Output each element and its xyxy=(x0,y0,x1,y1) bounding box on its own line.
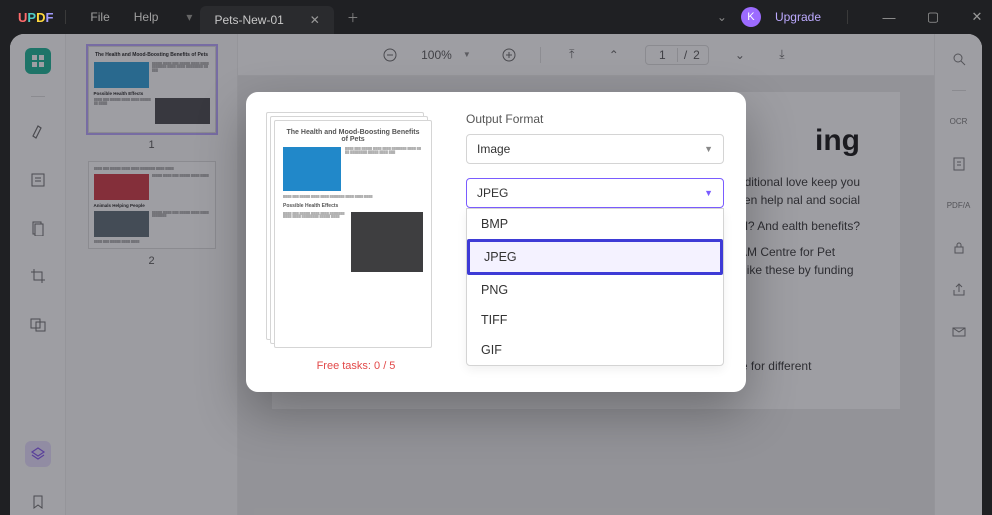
user-avatar[interactable]: K xyxy=(741,7,761,27)
titlebar: UPDF File Help ▾ Pets-New-01 ✕ ＋ ⌄ K Upg… xyxy=(0,0,992,34)
app-body: The Health and Mood-Boosting Benefits of… xyxy=(10,34,982,515)
upgrade-link[interactable]: Upgrade xyxy=(775,10,821,24)
window-minimize[interactable]: — xyxy=(874,10,904,25)
image-format-dropdown: BMP JPEG PNG TIFF GIF xyxy=(466,208,724,366)
option-tiff[interactable]: TIFF xyxy=(467,305,723,335)
option-gif[interactable]: GIF xyxy=(467,335,723,365)
output-format-label: Output Format xyxy=(466,112,724,126)
output-format-select[interactable]: Image ▼ xyxy=(466,134,724,164)
preview-page-stack: The Health and Mood-Boosting Benefits of… xyxy=(266,112,434,350)
window-close[interactable]: ✕ xyxy=(962,9,992,25)
image-format-select[interactable]: JPEG ▼ xyxy=(466,178,724,208)
option-png[interactable]: PNG xyxy=(467,275,723,305)
menu-file[interactable]: File xyxy=(90,10,109,24)
output-format-value: Image xyxy=(477,142,510,156)
app-logo: UPDF xyxy=(18,10,53,25)
document-tab[interactable]: Pets-New-01 ✕ xyxy=(200,6,333,34)
modal-overlay: The Health and Mood-Boosting Benefits of… xyxy=(10,34,982,515)
chevron-down-icon[interactable]: ⌄ xyxy=(717,10,727,24)
chevron-down-icon: ▼ xyxy=(704,188,713,198)
menu-help[interactable]: Help xyxy=(134,10,159,24)
modal-preview-column: The Health and Mood-Boosting Benefits of… xyxy=(266,112,446,372)
preview-title: The Health and Mood-Boosting Benefits of… xyxy=(283,129,423,143)
chevron-down-icon: ▼ xyxy=(704,144,713,154)
image-format-value: JPEG xyxy=(477,186,508,200)
free-tasks-label: Free tasks: 0 / 5 xyxy=(266,360,446,372)
option-jpeg[interactable]: JPEG xyxy=(467,239,723,275)
tab-list-dropdown[interactable]: ▾ xyxy=(178,10,200,24)
tab-title: Pets-New-01 xyxy=(214,13,283,27)
preview-subtitle: Possible Health Effects xyxy=(283,203,423,209)
option-bmp[interactable]: BMP xyxy=(467,209,723,239)
tab-close-icon[interactable]: ✕ xyxy=(310,13,320,27)
new-tab-button[interactable]: ＋ xyxy=(342,9,364,26)
modal-form-column: Output Format Image ▼ JPEG ▼ BMP JPEG PN… xyxy=(466,112,724,372)
window-maximize[interactable]: ▢ xyxy=(918,9,948,25)
export-modal: The Health and Mood-Boosting Benefits of… xyxy=(246,92,746,392)
